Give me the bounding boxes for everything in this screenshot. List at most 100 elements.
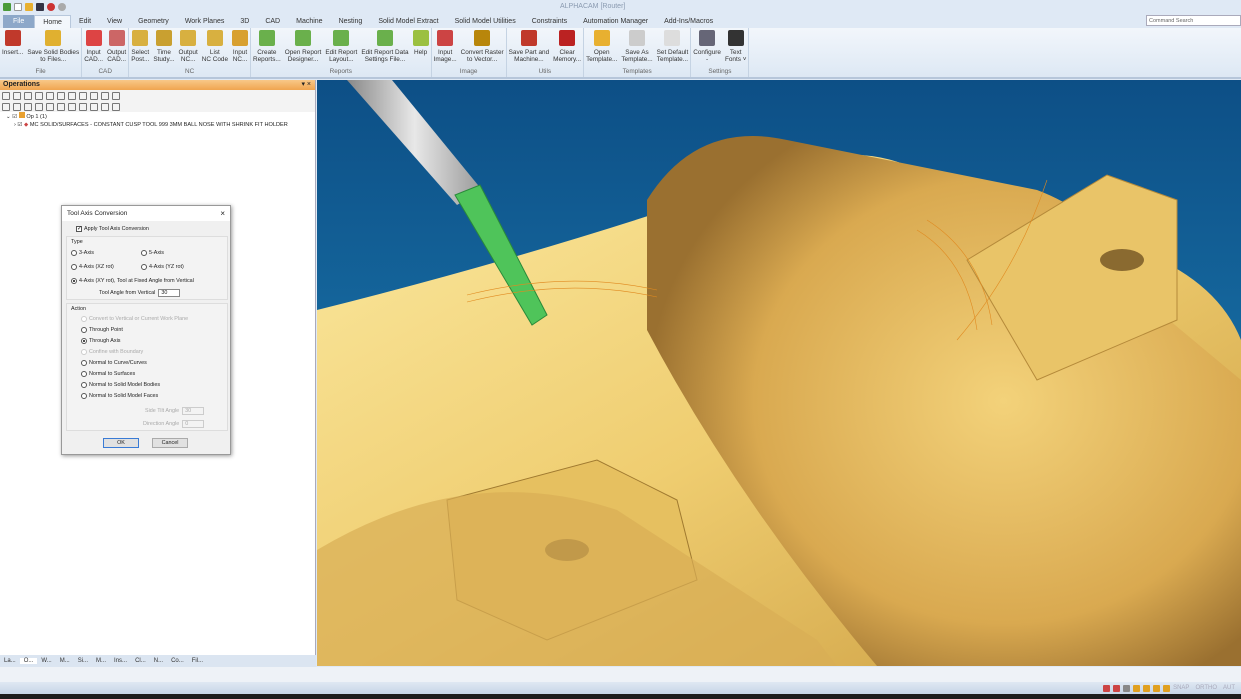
apply-checkbox[interactable]: ✓ Apply Tool Axis Conversion bbox=[76, 226, 149, 232]
input-image-button[interactable]: Input Image... bbox=[432, 28, 459, 68]
radio-3-axis[interactable]: 3-Axis bbox=[71, 250, 94, 256]
operations-tool-icon[interactable] bbox=[90, 91, 98, 100]
tab-view[interactable]: View bbox=[99, 15, 130, 28]
operations-tool-icon[interactable] bbox=[13, 91, 21, 100]
radio-through-axis[interactable]: Through Axis bbox=[81, 338, 120, 344]
tab-3d[interactable]: 3D bbox=[232, 15, 257, 28]
panel-tab[interactable]: W... bbox=[37, 658, 55, 664]
radio-normal-curves[interactable]: Normal to Curve/Curves bbox=[81, 360, 147, 366]
operations-tool-icon[interactable] bbox=[35, 102, 43, 111]
operations-tool-icon[interactable] bbox=[57, 91, 65, 100]
panel-tab[interactable]: Si... bbox=[74, 658, 92, 664]
time-study-button[interactable]: Time Study... bbox=[151, 28, 176, 68]
tab-add-ins-macros[interactable]: Add-Ins/Macros bbox=[656, 15, 721, 28]
operations-tool-icon[interactable] bbox=[13, 102, 21, 111]
radio-4-axis-yz[interactable]: 4-Axis (YZ rot) bbox=[141, 264, 184, 270]
panel-tab[interactable]: La... bbox=[0, 658, 20, 664]
radio-through-point[interactable]: Through Point bbox=[81, 327, 123, 333]
input-nc-button[interactable]: Input NC... bbox=[230, 28, 250, 68]
ok-button[interactable]: OK bbox=[103, 438, 139, 448]
save-solid-bodies-to-files-button[interactable]: Save Solid Bodies to Files... bbox=[25, 28, 81, 68]
app-icon[interactable] bbox=[3, 3, 11, 11]
help-button[interactable]: Help bbox=[411, 28, 431, 68]
edit-report-layout-button[interactable]: Edit Report Layout... bbox=[323, 28, 359, 68]
view-icon[interactable] bbox=[1103, 684, 1111, 692]
ortho-toggle[interactable]: ORTHO bbox=[1195, 685, 1217, 691]
tab-solid-model-extract[interactable]: Solid Model Extract bbox=[370, 15, 446, 28]
open-report-designer-button[interactable]: Open Report Designer... bbox=[283, 28, 324, 68]
tab-cad[interactable]: CAD bbox=[257, 15, 288, 28]
panel-tab[interactable]: Co... bbox=[167, 658, 188, 664]
operations-tool-icon[interactable] bbox=[90, 102, 98, 111]
tab-work-planes[interactable]: Work Planes bbox=[177, 15, 233, 28]
open-template-button[interactable]: Open Template... bbox=[584, 28, 619, 68]
save-part-and-machine-button[interactable]: Save Part and Machine... bbox=[507, 28, 552, 68]
operations-tool-icon[interactable] bbox=[35, 91, 43, 100]
panel-tab[interactable]: Fil... bbox=[188, 658, 207, 664]
operations-tool-icon[interactable] bbox=[57, 102, 65, 111]
output-nc-button[interactable]: Output NC... bbox=[177, 28, 200, 68]
operations-tool-icon[interactable] bbox=[24, 91, 32, 100]
undo-icon[interactable] bbox=[47, 3, 55, 11]
operations-tool-icon[interactable] bbox=[112, 102, 120, 111]
radio-normal-faces[interactable]: Normal to Solid Model Faces bbox=[81, 393, 158, 399]
tab-solid-model-utilities[interactable]: Solid Model Utilities bbox=[447, 15, 524, 28]
tree-item-op1[interactable]: ⌄ ☑ Op 1 (1) bbox=[6, 112, 315, 121]
command-search-input[interactable]: Command Search bbox=[1146, 15, 1241, 26]
panel-tab[interactable]: M... bbox=[92, 658, 110, 664]
operations-tool-icon[interactable] bbox=[2, 102, 10, 111]
edit-report-data-settings-file-button[interactable]: Edit Report Data Settings File... bbox=[359, 28, 410, 68]
tab-file[interactable]: File bbox=[3, 15, 35, 28]
cancel-button[interactable]: Cancel bbox=[152, 438, 188, 448]
layer-icon[interactable] bbox=[1133, 684, 1141, 692]
radio-5-axis[interactable]: 5-Axis bbox=[141, 250, 164, 256]
tab-edit[interactable]: Edit bbox=[71, 15, 99, 28]
tab-nesting[interactable]: Nesting bbox=[331, 15, 371, 28]
operations-tool-icon[interactable] bbox=[79, 91, 87, 100]
close-icon[interactable]: × bbox=[220, 206, 225, 221]
tree-item-operation[interactable]: › ☑ ◆ MC SOLID/SURFACES - CONSTANT CUSP … bbox=[6, 121, 315, 129]
open-icon[interactable] bbox=[25, 3, 33, 11]
panel-tab[interactable]: Cl... bbox=[131, 658, 150, 664]
panel-controls[interactable]: ▾ × bbox=[301, 80, 311, 90]
tab-geometry[interactable]: Geometry bbox=[130, 15, 177, 28]
radio-4-axis-xz[interactable]: 4-Axis (XZ rot) bbox=[71, 264, 114, 270]
operations-tool-icon[interactable] bbox=[24, 102, 32, 111]
input-cad-button[interactable]: Input CAD... bbox=[82, 28, 105, 68]
text-fonts-button[interactable]: Text Fonts ˅ bbox=[723, 28, 749, 68]
list-nc-code-button[interactable]: List NC Code bbox=[200, 28, 230, 68]
tab-automation-manager[interactable]: Automation Manager bbox=[575, 15, 656, 28]
radio-normal-bodies[interactable]: Normal to Solid Model Bodies bbox=[81, 382, 160, 388]
insert-button[interactable]: Insert... bbox=[0, 28, 25, 68]
operations-tool-icon[interactable] bbox=[101, 102, 109, 111]
operations-tool-icon[interactable] bbox=[68, 102, 76, 111]
tab-home[interactable]: Home bbox=[34, 15, 71, 28]
operations-tool-icon[interactable] bbox=[101, 91, 109, 100]
save-icon[interactable] bbox=[36, 3, 44, 11]
auto-toggle[interactable]: AUT bbox=[1223, 685, 1235, 691]
grid-icon[interactable] bbox=[1123, 684, 1131, 692]
set-default-template-button[interactable]: Set Default Template... bbox=[655, 28, 691, 68]
operations-tool-icon[interactable] bbox=[68, 91, 76, 100]
redo-icon[interactable] bbox=[58, 3, 66, 11]
panel-tab[interactable]: M... bbox=[56, 658, 74, 664]
panel-tab[interactable]: Ins... bbox=[110, 658, 131, 664]
layer-icon[interactable] bbox=[1163, 684, 1171, 692]
save-as-template-button[interactable]: Save As Template... bbox=[619, 28, 654, 68]
radio-normal-surfaces[interactable]: Normal to Surfaces bbox=[81, 371, 135, 377]
configure-button[interactable]: Configure - bbox=[691, 28, 723, 68]
operations-tool-icon[interactable] bbox=[79, 102, 87, 111]
layer-icon[interactable] bbox=[1143, 684, 1151, 692]
panel-tab[interactable]: O... bbox=[19, 658, 38, 664]
operations-tool-icon[interactable] bbox=[112, 91, 120, 100]
operations-tool-icon[interactable] bbox=[46, 91, 54, 100]
tab-machine[interactable]: Machine bbox=[288, 15, 330, 28]
radio-4-axis-xy-fixed[interactable]: 4-Axis (XY rot), Tool at Fixed Angle fro… bbox=[71, 278, 194, 284]
create-reports-button[interactable]: Create Reports... bbox=[251, 28, 283, 68]
tab-constraints[interactable]: Constraints bbox=[524, 15, 575, 28]
tool-angle-input[interactable]: 30 bbox=[158, 289, 181, 297]
new-icon[interactable] bbox=[14, 3, 22, 11]
select-post-button[interactable]: Select Post... bbox=[129, 28, 151, 68]
output-cad-button[interactable]: Output CAD... bbox=[105, 28, 128, 68]
layer-icon[interactable] bbox=[1153, 684, 1161, 692]
